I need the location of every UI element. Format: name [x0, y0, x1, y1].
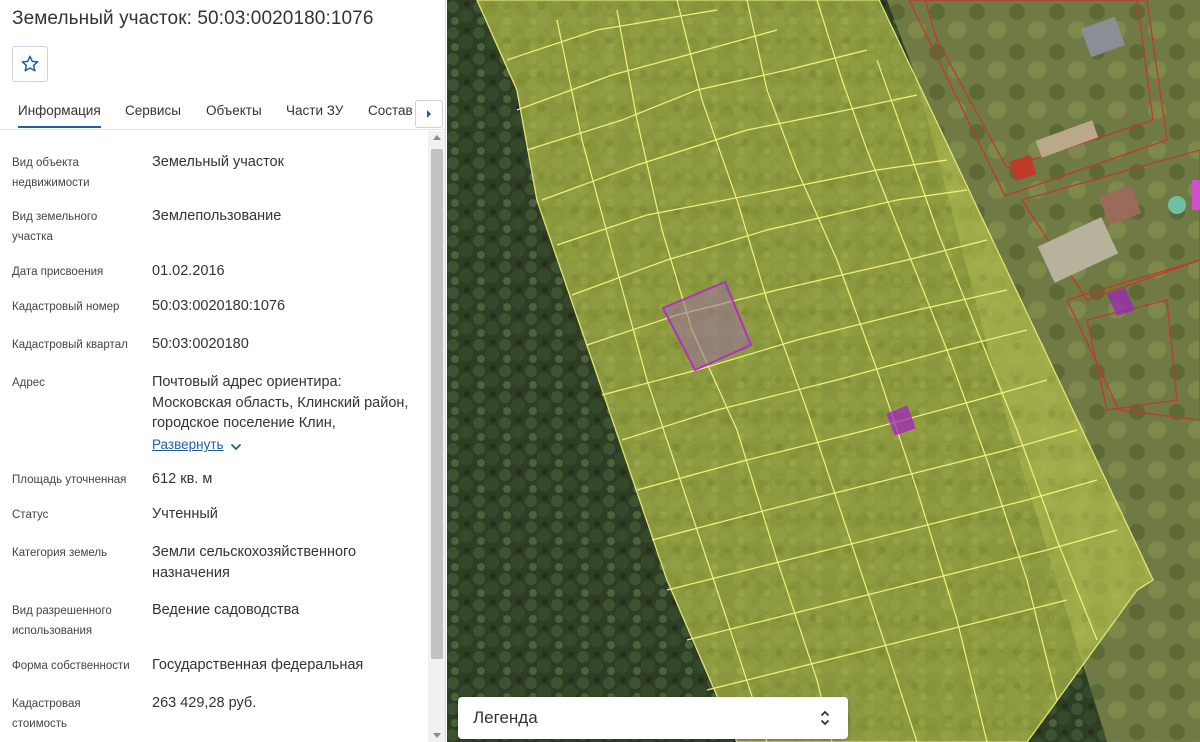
legend-label: Легенда: [473, 708, 538, 727]
info-value: 01.02.2016: [152, 263, 225, 279]
info-value: Учтенный: [152, 506, 218, 522]
tab-parts[interactable]: Части ЗУ: [286, 103, 343, 118]
caret-right-icon: [427, 110, 431, 118]
tab-bar: Информация Сервисы Объекты Части ЗУ Сост…: [0, 96, 445, 130]
expand-link-label: Развернуть: [152, 437, 224, 452]
scroll-up-arrow-icon[interactable]: [433, 135, 441, 140]
info-value: Земельный участок: [152, 154, 284, 170]
scrollbar-thumb[interactable]: [431, 149, 443, 659]
tab-information[interactable]: Информация: [18, 103, 101, 128]
panel-scrollbar[interactable]: [428, 131, 445, 742]
info-label: Статус: [12, 509, 49, 521]
info-value: Землепользование: [152, 208, 282, 224]
tabs-scroll-right-button[interactable]: [415, 100, 443, 128]
chevron-down-icon[interactable]: [230, 443, 242, 451]
tab-services[interactable]: Сервисы: [125, 103, 181, 118]
legend-dropdown[interactable]: Легенда: [458, 697, 848, 739]
info-label: Площадь уточненная: [12, 474, 127, 486]
star-outline-icon: [21, 55, 39, 72]
info-label: Форма собственности: [12, 660, 130, 672]
favorite-button[interactable]: [12, 46, 48, 82]
tab-objects[interactable]: Объекты: [206, 103, 262, 118]
info-label: Кадастровый квартал: [12, 339, 128, 351]
info-value: Почтовый адрес ориентира: Московская обл…: [152, 374, 409, 431]
info-value: 50:03:0020180:1076: [152, 298, 286, 314]
info-panel: Земельный участок: 50:03:0020180:1076 Ин…: [0, 0, 446, 742]
info-label: Дата присвоения: [12, 266, 104, 278]
info-value: Государственная федеральная: [152, 657, 364, 673]
info-label: Вид разрешенного использования: [12, 605, 112, 637]
info-value: 612 кв. м: [152, 471, 213, 487]
info-label: Кадастровый номер: [12, 301, 120, 313]
satellite-map[interactable]: [447, 0, 1200, 742]
map-view[interactable]: [447, 0, 1200, 742]
info-label: Категория земель: [12, 547, 108, 559]
info-label: Вид земельного участка: [12, 211, 98, 243]
info-value: Земли сельскохозяйственного назначения: [152, 544, 357, 581]
info-label: Кадастровая стоимость: [12, 698, 81, 730]
scroll-down-arrow-icon[interactable]: [433, 733, 441, 738]
tab-composition[interactable]: Состав: [368, 103, 413, 118]
info-label: Вид объекта недвижимости: [12, 157, 90, 189]
info-label: Адрес: [12, 377, 45, 389]
info-value: 50:03:0020180: [152, 336, 249, 352]
chevron-up-down-icon: [820, 710, 830, 726]
address-expand-link[interactable]: Развернуть: [152, 437, 224, 452]
info-value: Ведение садоводства: [152, 602, 300, 618]
page-title: Земельный участок: 50:03:0020180:1076: [12, 8, 374, 29]
info-value: 263 429,28 руб.: [152, 695, 257, 711]
